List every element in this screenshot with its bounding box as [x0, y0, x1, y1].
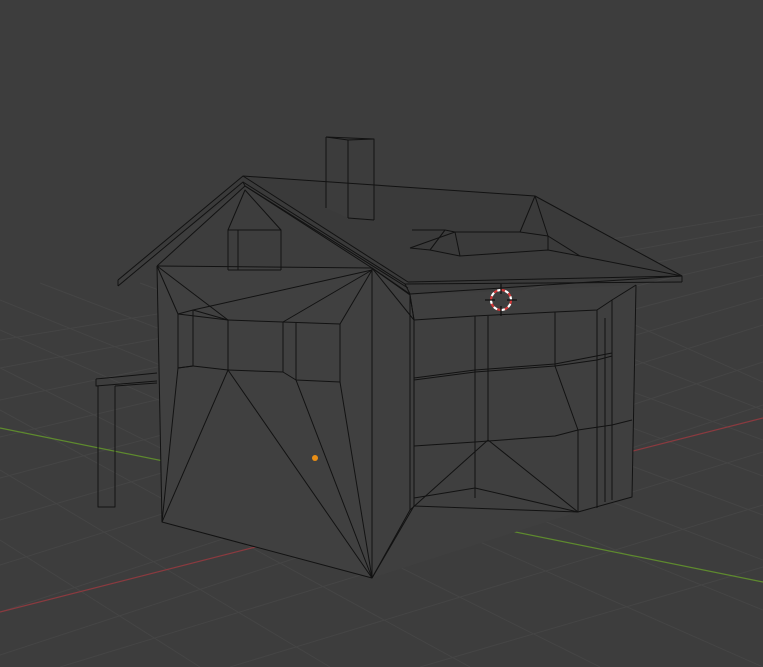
- porch[interactable]: [95, 372, 158, 508]
- origin-dot-icon[interactable]: [312, 455, 318, 461]
- house-chimney[interactable]: [326, 137, 374, 220]
- house-mesh[interactable]: [95, 136, 683, 579]
- 3d-viewport[interactable]: [0, 0, 763, 667]
- viewport-canvas[interactable]: [0, 0, 763, 667]
